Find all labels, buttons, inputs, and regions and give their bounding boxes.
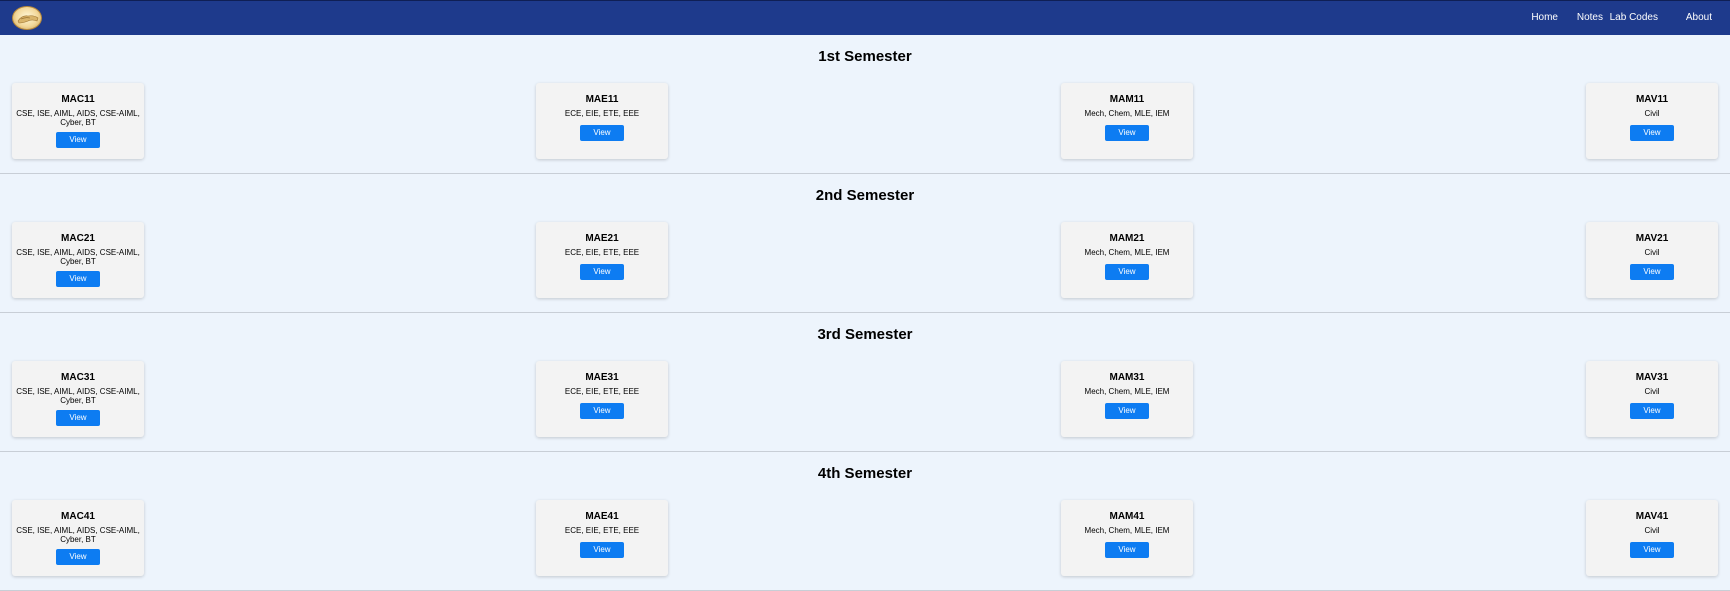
view-button[interactable]: View	[1105, 125, 1149, 141]
course-code: MAM41	[1109, 511, 1145, 522]
view-button[interactable]: View	[580, 264, 624, 280]
course-code: MAE31	[585, 372, 619, 383]
course-branches: Mech, Chem, MLE, IEM	[1084, 526, 1170, 535]
nav-about-link[interactable]: About	[1686, 12, 1712, 23]
navbar: Home Notes Lab Codes About	[0, 0, 1730, 35]
view-button[interactable]: View	[580, 403, 624, 419]
nav-notes-link[interactable]: Notes	[1577, 12, 1603, 23]
semester-section: 4th Semester MAC41 CSE, ISE, AIML, AIDS, C…	[0, 452, 1730, 591]
semester-title: 2nd Semester	[815, 187, 915, 204]
course-branches: ECE, EIE, ETE, EEE	[564, 387, 640, 396]
view-button[interactable]: View	[580, 542, 624, 558]
course-card-mav: MAV31 Civil View	[1586, 361, 1718, 437]
semester-title: 4th Semester	[817, 465, 913, 482]
course-card-mac: MAC21 CSE, ISE, AIML, AIDS, CSE-AIML, Cyb…	[12, 222, 144, 298]
view-button[interactable]: View	[56, 271, 100, 287]
course-card-mac: MAC31 CSE, ISE, AIML, AIDS, CSE-AIML, Cyb…	[12, 361, 144, 437]
semester-section: 2nd Semester MAC21 CSE, ISE, AIML, AIDS, C…	[0, 174, 1730, 313]
course-card-mav: MAV21 Civil View	[1586, 222, 1718, 298]
course-code: MAV21	[1635, 233, 1669, 244]
course-card-mae: MAE41 ECE, EIE, ETE, EEE View	[536, 500, 668, 576]
view-button[interactable]: View	[1630, 403, 1674, 419]
course-code: MAC11	[61, 94, 95, 105]
course-branches: ECE, EIE, ETE, EEE	[564, 109, 640, 118]
course-code: MAM31	[1109, 372, 1145, 383]
course-branches: Civil	[1644, 109, 1660, 118]
course-card-mae: MAE21 ECE, EIE, ETE, EEE View	[536, 222, 668, 298]
course-branches: CSE, ISE, AIML, AIDS, CSE-AIML, Cyber, B…	[16, 387, 140, 405]
course-branches: CSE, ISE, AIML, AIDS, CSE-AIML, Cyber, B…	[16, 109, 140, 127]
course-code: MAM11	[1109, 94, 1145, 105]
semester-section: 1st Semester MAC11 CSE, ISE, AIML, AIDS, C…	[0, 35, 1730, 174]
course-card-mae: MAE31 ECE, EIE, ETE, EEE View	[536, 361, 668, 437]
course-card-mac: MAC41 CSE, ISE, AIML, AIDS, CSE-AIML, Cyb…	[12, 500, 144, 576]
view-button[interactable]: View	[1105, 403, 1149, 419]
view-button[interactable]: View	[1105, 264, 1149, 280]
course-code: MAC41	[61, 511, 95, 522]
course-card-mam: MAM41 Mech, Chem, MLE, IEM View	[1061, 500, 1193, 576]
semester-title: 1st Semester	[818, 48, 912, 65]
view-button[interactable]: View	[56, 132, 100, 148]
course-branches: Civil	[1644, 248, 1660, 257]
view-button[interactable]: View	[1630, 264, 1674, 280]
view-button[interactable]: View	[1105, 542, 1149, 558]
course-card-mav: MAV11 Civil View	[1586, 83, 1718, 159]
course-code: MAM21	[1109, 233, 1145, 244]
view-button[interactable]: View	[1630, 125, 1674, 141]
course-branches: Civil	[1644, 526, 1660, 535]
course-code: MAE11	[585, 94, 619, 105]
course-branches: Mech, Chem, MLE, IEM	[1084, 248, 1170, 257]
course-card-mam: MAM31 Mech, Chem, MLE, IEM View	[1061, 361, 1193, 437]
course-code: MAV31	[1635, 372, 1669, 383]
course-code: MAE21	[585, 233, 619, 244]
course-card-mac: MAC11 CSE, ISE, AIML, AIDS, CSE-AIML, Cyb…	[12, 83, 144, 159]
view-button[interactable]: View	[56, 549, 100, 565]
course-code: MAE41	[585, 511, 619, 522]
semester-section: 3rd Semester MAC31 CSE, ISE, AIML, AIDS, C…	[0, 313, 1730, 452]
site-logo[interactable]	[12, 6, 42, 30]
course-card-mav: MAV41 Civil View	[1586, 500, 1718, 576]
course-card-mam: MAM11 Mech, Chem, MLE, IEM View	[1061, 83, 1193, 159]
nav-lab-codes-link[interactable]: Lab Codes	[1610, 12, 1658, 23]
course-branches: Mech, Chem, MLE, IEM	[1084, 387, 1170, 396]
course-branches: CSE, ISE, AIML, AIDS, CSE-AIML, Cyber, B…	[16, 526, 140, 544]
course-branches: ECE, EIE, ETE, EEE	[564, 248, 640, 257]
course-card-mam: MAM21 Mech, Chem, MLE, IEM View	[1061, 222, 1193, 298]
view-button[interactable]: View	[1630, 542, 1674, 558]
course-branches: CSE, ISE, AIML, AIDS, CSE-AIML, Cyber, B…	[16, 248, 140, 266]
course-card-mae: MAE11 ECE, EIE, ETE, EEE View	[536, 83, 668, 159]
view-button[interactable]: View	[580, 125, 624, 141]
semester-title: 3rd Semester	[817, 326, 913, 343]
course-code: MAV11	[1635, 94, 1669, 105]
course-code: MAC31	[61, 372, 95, 383]
course-branches: Civil	[1644, 387, 1660, 396]
course-code: MAC21	[61, 233, 95, 244]
nav-home-link[interactable]: Home	[1531, 12, 1558, 23]
course-code: MAV41	[1635, 511, 1669, 522]
view-button[interactable]: View	[56, 410, 100, 426]
course-branches: ECE, EIE, ETE, EEE	[564, 526, 640, 535]
course-branches: Mech, Chem, MLE, IEM	[1084, 109, 1170, 118]
